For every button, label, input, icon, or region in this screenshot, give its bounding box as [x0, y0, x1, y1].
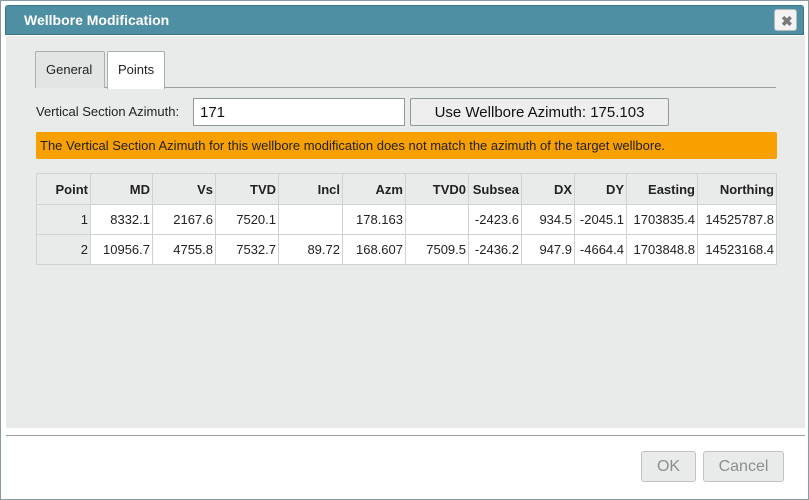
cell-dx: 934.5 [521, 204, 575, 235]
tab-strip: General Points [35, 51, 776, 89]
cell-tvd0[interactable] [405, 204, 469, 235]
cell-subsea: -2423.6 [468, 204, 522, 235]
dialog-title: Wellbore Modification [24, 12, 170, 28]
vertical-section-azimuth-label: Vertical Section Azimuth: [36, 104, 180, 119]
close-icon: ✖ [781, 13, 793, 29]
cell-dy: -2045.1 [574, 204, 627, 235]
cell-subsea: -2436.2 [468, 234, 522, 265]
cell-tvd[interactable]: 7520.1 [215, 204, 279, 235]
ok-button[interactable]: OK [641, 451, 696, 482]
column-header-tvd0: TVD0 [405, 173, 469, 205]
dialog-content: General Points Vertical Section Azimuth:… [6, 36, 805, 428]
footer-divider [6, 435, 805, 436]
cell-azm[interactable]: 178.163 [342, 204, 406, 235]
column-header-point: Point [36, 173, 91, 205]
cell-tvd0[interactable]: 7509.5 [405, 234, 469, 265]
cell-northing: 14523168.4 [697, 234, 777, 265]
close-button[interactable]: ✖ [774, 9, 797, 31]
title-bar[interactable]: Wellbore Modification ✖ [5, 5, 804, 35]
cell-dy: -4664.4 [574, 234, 627, 265]
column-header-incl: Incl [278, 173, 343, 205]
cell-easting: 1703835.4 [626, 204, 698, 235]
column-header-azm: Azm [342, 173, 406, 205]
column-header-dx: DX [521, 173, 575, 205]
cell-azm[interactable]: 168.607 [342, 234, 406, 265]
cell-vs[interactable]: 2167.6 [152, 204, 216, 235]
cell-point: 2 [36, 234, 91, 265]
cell-easting: 1703848.8 [626, 234, 698, 265]
column-header-tvd: TVD [215, 173, 279, 205]
column-header-md: MD [90, 173, 153, 205]
vertical-section-azimuth-input[interactable] [193, 98, 405, 126]
column-header-dy: DY [574, 173, 627, 205]
column-header-northing: Northing [697, 173, 777, 205]
cell-point: 1 [36, 204, 91, 235]
points-table: Point MD Vs TVD Incl Azm TVD0 Subsea DX … [36, 173, 777, 265]
cancel-button[interactable]: Cancel [703, 451, 784, 482]
use-wellbore-azimuth-button[interactable]: Use Wellbore Azimuth: 175.103 [410, 98, 669, 126]
cell-northing: 14525787.8 [697, 204, 777, 235]
table-row[interactable]: 2 10956.7 4755.8 7532.7 89.72 168.607 75… [36, 234, 777, 265]
azimuth-mismatch-warning: The Vertical Section Azimuth for this we… [36, 132, 777, 159]
table-header-row: Point MD Vs TVD Incl Azm TVD0 Subsea DX … [36, 173, 777, 205]
column-header-subsea: Subsea [468, 173, 522, 205]
cell-md[interactable]: 10956.7 [90, 234, 153, 265]
cell-vs[interactable]: 4755.8 [152, 234, 216, 265]
cell-md[interactable]: 8332.1 [90, 204, 153, 235]
cell-dx: 947.9 [521, 234, 575, 265]
tab-points[interactable]: Points [107, 51, 165, 89]
tab-general[interactable]: General [35, 51, 105, 88]
cell-incl[interactable] [278, 204, 343, 235]
table-row[interactable]: 1 8332.1 2167.6 7520.1 178.163 -2423.6 9… [36, 204, 777, 235]
column-header-easting: Easting [626, 173, 698, 205]
cell-incl[interactable]: 89.72 [278, 234, 343, 265]
column-header-vs: Vs [152, 173, 216, 205]
wellbore-modification-dialog: Wellbore Modification ✖ General Points V… [0, 0, 809, 500]
cell-tvd[interactable]: 7532.7 [215, 234, 279, 265]
